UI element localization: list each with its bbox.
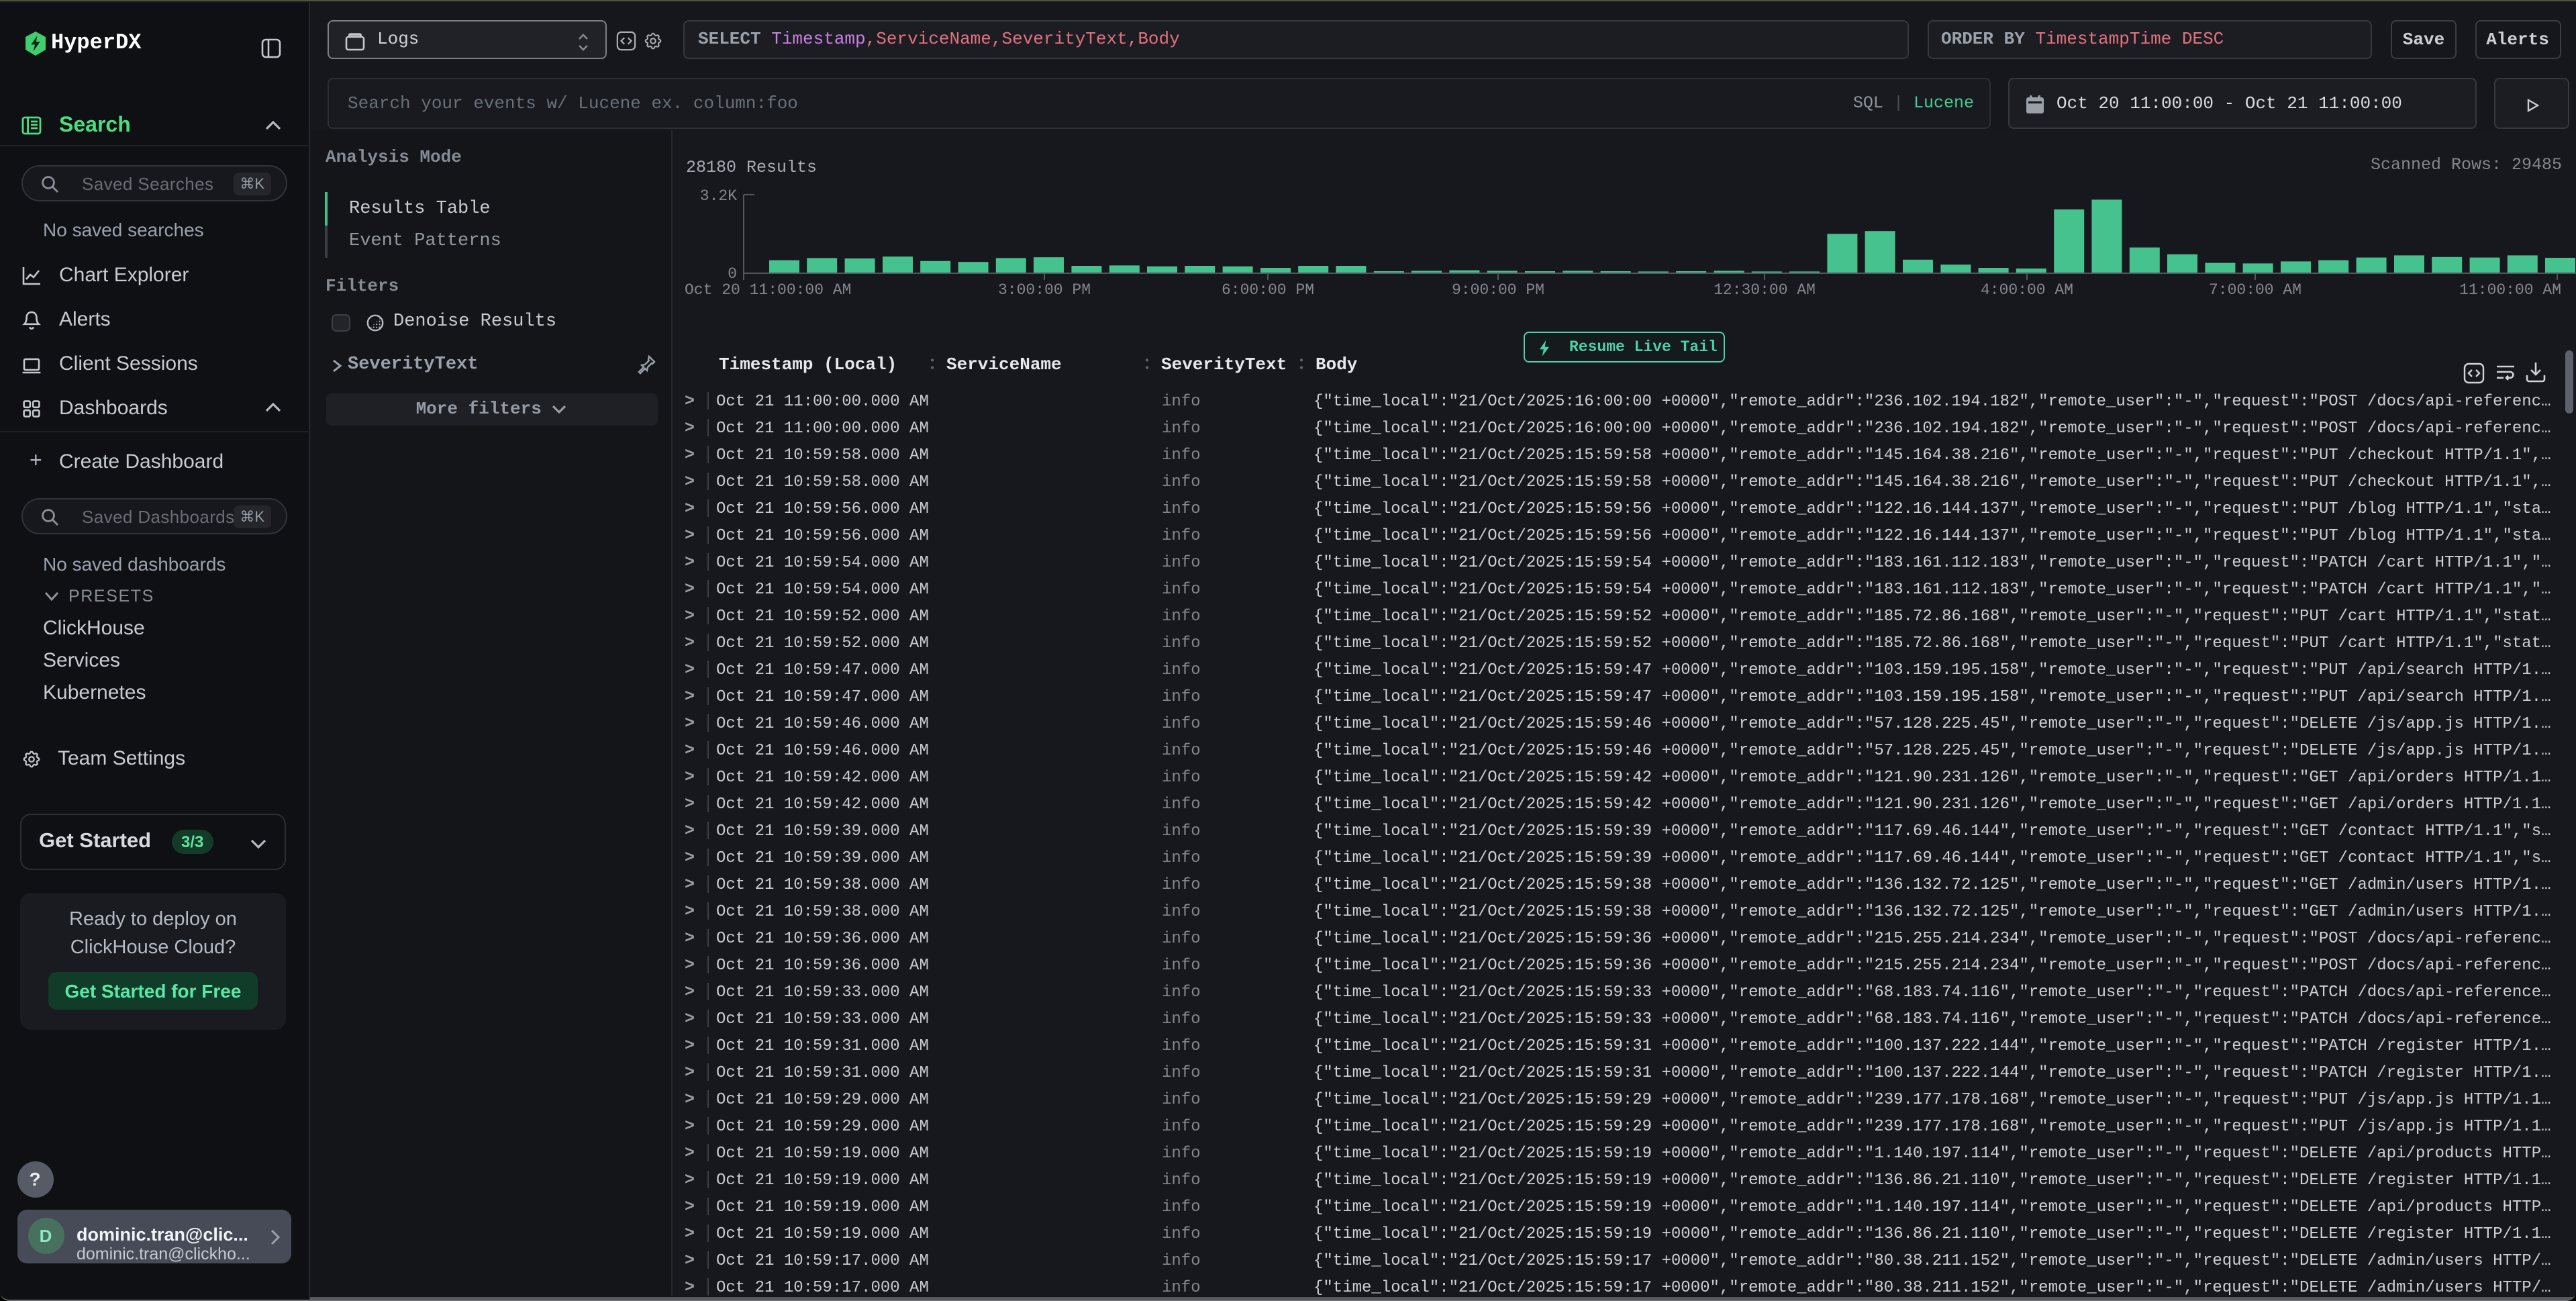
svg-text:0: 0: [728, 265, 737, 283]
svg-text:9:00:00 PM: 9:00:00 PM: [1452, 281, 1544, 299]
svg-text:4:00:00 AM: 4:00:00 AM: [1981, 281, 2073, 299]
svg-text:3:00:00 PM: 3:00:00 PM: [998, 281, 1091, 299]
svg-text:11:00:00 AM: 11:00:00 AM: [2459, 281, 2561, 299]
svg-text:12:30:00 AM: 12:30:00 AM: [1714, 281, 1816, 299]
svg-text:Oct 20 11:00:00 AM: Oct 20 11:00:00 AM: [685, 281, 851, 299]
svg-text:3.2K: 3.2K: [700, 187, 737, 205]
svg-text:6:00:00 PM: 6:00:00 PM: [1222, 281, 1314, 299]
svg-text:7:00:00 AM: 7:00:00 AM: [2209, 281, 2301, 299]
